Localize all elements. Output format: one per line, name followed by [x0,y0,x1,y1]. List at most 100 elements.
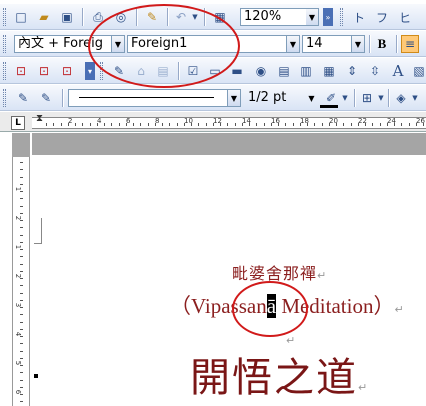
combo-box-icon[interactable]: ▥ [297,62,315,80]
chevron-down-icon[interactable]: ▼ [305,89,318,107]
list-box-icon[interactable]: ▤ [275,62,293,80]
toolbar-grip[interactable] [100,62,103,80]
option-button-icon[interactable]: ▬ [228,62,246,80]
katakana-to-button[interactable]: ト [350,8,368,26]
katakana-hi-button[interactable]: ヒ [396,8,414,26]
scrollbar-control-icon[interactable]: ⇕ [343,62,361,80]
new-document-icon[interactable]: □ [12,8,30,26]
vertical-ruler-tick [20,242,23,243]
vertical-ruler-tick [20,387,23,388]
ruler-tick [220,123,221,126]
color-swatch [320,105,338,108]
pdf-icon[interactable]: ⊡ [12,62,30,80]
draw-pencil-icon[interactable]: ✎ [110,62,128,80]
format-painter-icon[interactable]: ✎ [143,8,161,26]
vertical-ruler-tick [20,351,23,352]
ruler-tick [343,123,344,126]
vertical-ruler-tick [20,293,23,294]
ruler-tick [227,123,228,126]
properties-icon[interactable]: ▤ [154,62,172,80]
toolbar-options-icon[interactable]: ▾ [85,62,95,80]
document-title[interactable]: 開悟之道↵ [190,345,369,403]
undo-dropdown-icon[interactable]: ▼ [190,8,200,26]
standard-toolbar: □ ▰ ▣ ⎙ ◎ ✎ ↶ ▼ ▦ 120% ▼ » ト フ ヒ [0,4,426,30]
toolbar-grip[interactable] [340,8,343,26]
katakana-fu-button[interactable]: フ [373,8,391,26]
chevron-down-icon[interactable]: ▼ [410,89,420,107]
borders-icon[interactable]: ⊞ [358,89,376,107]
toolbar-grip[interactable] [3,62,6,80]
ruler-tick [68,123,69,126]
vertical-ruler-tick [20,329,23,330]
selected-character[interactable]: ā [266,294,277,318]
toolbar-grip[interactable] [3,35,6,53]
ruler-tick [336,123,337,126]
toolbar-grip[interactable] [3,8,6,26]
design-mode-icon[interactable]: ⌂ [132,62,150,80]
table-icon[interactable]: ▦ [211,8,229,26]
ruler-tick [307,123,308,126]
ruler-tick [75,123,76,126]
chevron-down-icon[interactable]: ▼ [352,35,365,53]
chevron-down-icon[interactable]: ▼ [306,8,319,26]
image-control-icon[interactable]: ▦ [320,62,338,80]
document-heading-line1[interactable]: 毗婆舍那禪↵ [232,260,327,284]
chevron-down-icon[interactable]: ▼ [112,35,125,53]
chevron-down-icon[interactable]: ▼ [376,89,386,107]
frame-control-icon[interactable]: ▧ [410,62,426,80]
line-sample [79,97,214,98]
print-icon[interactable]: ⎙ [89,8,107,26]
edit-form-icon[interactable]: ✎ [37,89,55,107]
line-style-select[interactable] [68,89,228,107]
toolbar-grip[interactable] [3,89,6,107]
undo-icon[interactable]: ↶ [172,8,190,26]
text-boundary-corner [34,218,42,244]
separator [82,8,83,26]
font-size-select[interactable]: 14 [302,35,352,53]
ruler-tick [119,123,120,126]
vertical-ruler-tick [20,191,23,192]
ruler-tick [184,123,185,126]
vertical-ruler-tick [20,256,23,257]
label-control-icon[interactable]: A [389,62,407,80]
radio-icon[interactable]: ◉ [252,62,270,80]
indent-marker-icon[interactable]: ⧗ [36,114,43,124]
ruler-tick [206,123,207,126]
print-preview-icon[interactable]: ◎ [112,8,130,26]
ruler-tick [256,123,257,126]
toolbar-options-icon[interactable]: » [323,8,333,26]
ruler-tick [387,123,388,126]
edit-icon[interactable]: ✎ [14,89,32,107]
chevron-down-icon[interactable]: ▼ [340,89,350,107]
shading-bucket-icon[interactable]: ◈ [392,89,410,107]
text-field-icon[interactable]: ▭ [206,62,224,80]
bold-button[interactable]: B [373,35,391,53]
vertical-ruler-tick [20,220,23,221]
open-folder-icon[interactable]: ▰ [35,8,53,26]
pdf-convert-icon[interactable]: ⊡ [35,62,53,80]
ruler-tick [285,123,286,126]
ruler-tick [300,123,301,126]
line-weight-select[interactable]: 1/2 pt [244,89,307,107]
font-select[interactable]: Foreign1 [127,35,287,53]
ruler-tick [133,123,134,126]
ruler-tick [416,123,417,126]
pdf-settings-icon[interactable]: ⊡ [58,62,76,80]
tab-selector[interactable]: L [11,116,25,130]
spin-button-icon[interactable]: ⇳ [366,62,384,80]
paragraph-mark: ↵ [317,269,328,282]
ruler-tick [61,123,62,126]
ruler-tick [372,123,373,126]
vertical-ruler-tick [20,300,23,301]
save-icon[interactable]: ▣ [58,8,76,26]
checkbox-icon[interactable]: ☑ [184,62,202,80]
align-justify-icon[interactable]: ≡ [401,35,419,53]
ruler-tick [380,123,381,126]
chevron-down-icon[interactable]: ▼ [287,35,300,53]
document-heading-line2[interactable]: （Vipassanā Meditation）↵ [170,290,404,320]
chevron-down-icon[interactable]: ▼ [228,89,241,107]
ruler-tick [140,123,141,126]
style-select[interactable]: 內文 + Foreig [14,35,112,53]
vertical-ruler-tick [20,278,23,279]
ruler-tick [177,123,178,126]
